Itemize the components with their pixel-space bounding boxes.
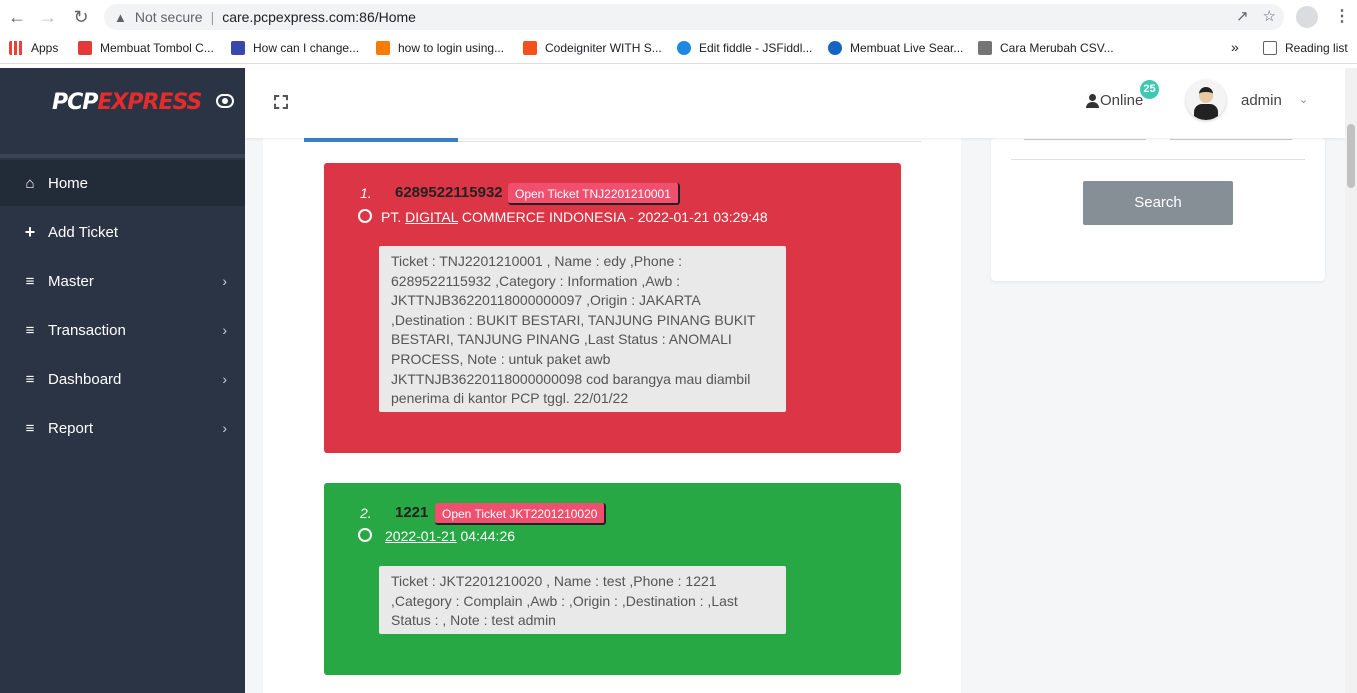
reading-list-icon <box>1263 41 1277 55</box>
apps-grid-icon <box>9 41 23 55</box>
divider <box>1011 159 1305 160</box>
chevron-right-icon: › <box>222 273 227 289</box>
bookmark-favicon-icon <box>978 41 992 55</box>
page-scrollbar[interactable] <box>1345 68 1357 693</box>
chevron-right-icon: › <box>222 322 227 338</box>
ticket-card: 2. 1221 Open Ticket JKT2201210020 2022-0… <box>324 483 901 675</box>
filter-input[interactable] <box>1024 138 1146 140</box>
sidebar-item-master[interactable]: ≡ Master › <box>0 258 245 304</box>
ticket-company: PT. DIGITAL COMMERCE INDONESIA - 2022-01… <box>381 209 768 225</box>
sidebar-item-report[interactable]: ≡ Report › <box>0 405 245 451</box>
ticket-number: 2. <box>360 505 372 521</box>
security-status: Not secure <box>134 9 203 25</box>
bookmark-favicon-icon <box>677 41 691 55</box>
main-content: 1. 6289522115932 Open Ticket TNJ22012100… <box>245 138 1345 693</box>
whatsapp-icon <box>358 209 372 223</box>
forward-icon[interactable]: → <box>38 7 58 27</box>
bookmark-item[interactable]: how to login using... <box>376 41 504 55</box>
filter-input[interactable] <box>1170 138 1292 140</box>
star-icon[interactable]: ☆ <box>1263 7 1276 25</box>
sidebar-item-home[interactable]: ⌂ Home <box>0 160 245 206</box>
bookmark-item[interactable]: Codeigniter WITH S... <box>523 41 662 55</box>
menu-icon: ≡ <box>25 370 35 388</box>
ticket-detail: Ticket : JKT2201210020 , Name : test ,Ph… <box>379 566 786 634</box>
avatar[interactable] <box>1186 80 1226 120</box>
online-users[interactable]: Online <box>1086 92 1143 109</box>
bookmark-item[interactable]: Membuat Live Sear... <box>828 41 963 55</box>
bookmark-item[interactable]: How can I change... <box>231 41 359 55</box>
open-ticket-button[interactable]: Open Ticket JKT2201210020 <box>435 503 607 525</box>
ticket-detail: Ticket : TNJ2201210001 , Name : edy ,Pho… <box>379 246 786 412</box>
menu-icon: ≡ <box>25 321 35 339</box>
sidebar-item-add-ticket[interactable]: + Add Ticket <box>0 209 245 255</box>
share-icon[interactable]: ↗ <box>1236 7 1249 25</box>
url-text[interactable]: care.pcpexpress.com:86/Home <box>222 9 416 25</box>
bookmark-item[interactable]: Membuat Tombol C... <box>78 41 214 55</box>
address-bar[interactable]: ▲ Not secure | care.pcpexpress.com:86/Ho… <box>104 4 1284 30</box>
sidebar-item-dashboard[interactable]: ≡ Dashboard › <box>0 356 245 402</box>
ticket-card: 1. 6289522115932 Open Ticket TNJ22012100… <box>324 163 901 453</box>
menu-icon: ≡ <box>25 272 35 290</box>
tab-bar <box>304 138 921 142</box>
bookmark-favicon-icon <box>231 41 245 55</box>
divider <box>0 154 245 158</box>
bookmark-favicon-icon <box>523 41 537 55</box>
sidebar-item-transaction[interactable]: ≡ Transaction › <box>0 307 245 353</box>
ticket-number: 1. <box>360 185 372 201</box>
more-bookmarks-icon[interactable]: » <box>1231 39 1239 55</box>
sidebar-toggle-eye-icon[interactable] <box>216 94 234 108</box>
pcp-express-logo[interactable]: PCPEXPRESS <box>52 90 202 115</box>
bookmark-favicon-icon <box>78 41 92 55</box>
browser-toolbar: ← → ↻ ▲ Not secure | care.pcpexpress.com… <box>0 0 1357 34</box>
chevron-down-icon[interactable]: ⌄ <box>1299 93 1308 106</box>
sidebar: PCPEXPRESS ⌂ Home + Add Ticket ≡ Master … <box>0 68 245 693</box>
chevron-right-icon: › <box>222 371 227 387</box>
whatsapp-icon <box>358 528 372 542</box>
top-navbar: Online 25 admin ⌄ <box>245 68 1345 138</box>
bookmark-favicon-icon <box>828 41 842 55</box>
bookmark-item[interactable]: Cara Merubah CSV... <box>978 41 1114 55</box>
user-name[interactable]: admin <box>1241 92 1282 109</box>
scrollbar-thumb[interactable] <box>1347 124 1355 188</box>
home-icon: ⌂ <box>25 174 35 192</box>
plus-icon: + <box>24 221 36 242</box>
tab-active-indicator[interactable] <box>304 138 458 142</box>
kebab-menu-icon[interactable]: ⋮ <box>1334 6 1350 26</box>
back-icon[interactable]: ← <box>7 7 27 27</box>
online-count-badge: 25 <box>1140 80 1159 99</box>
bookmark-item[interactable]: Edit fiddle - JSFiddl... <box>677 41 812 55</box>
ticket-list-panel: 1. 6289522115932 Open Ticket TNJ22012100… <box>263 138 961 693</box>
user-icon <box>1086 93 1099 108</box>
ticket-phone: 1221 <box>395 504 429 521</box>
ticket-date: 2022-01-21 04:44:26 <box>385 528 516 544</box>
chevron-right-icon: › <box>222 420 227 436</box>
bookmark-favicon-icon <box>376 41 390 55</box>
menu-icon: ≡ <box>25 419 35 437</box>
reading-list[interactable]: Reading list <box>1263 41 1348 55</box>
warning-icon: ▲ <box>114 9 127 25</box>
bookmark-apps[interactable]: Apps <box>9 41 58 55</box>
search-button[interactable]: Search <box>1083 181 1233 225</box>
open-ticket-button[interactable]: Open Ticket TNJ2201210001 <box>508 183 680 205</box>
reload-icon[interactable]: ↻ <box>71 7 91 27</box>
fullscreen-icon[interactable] <box>274 95 288 109</box>
profile-icon[interactable] <box>1296 6 1318 28</box>
search-panel: Search <box>991 138 1325 281</box>
ticket-phone: 6289522115932 <box>395 184 503 201</box>
bookmarks-bar: Apps Membuat Tombol C... How can I chang… <box>0 34 1357 64</box>
